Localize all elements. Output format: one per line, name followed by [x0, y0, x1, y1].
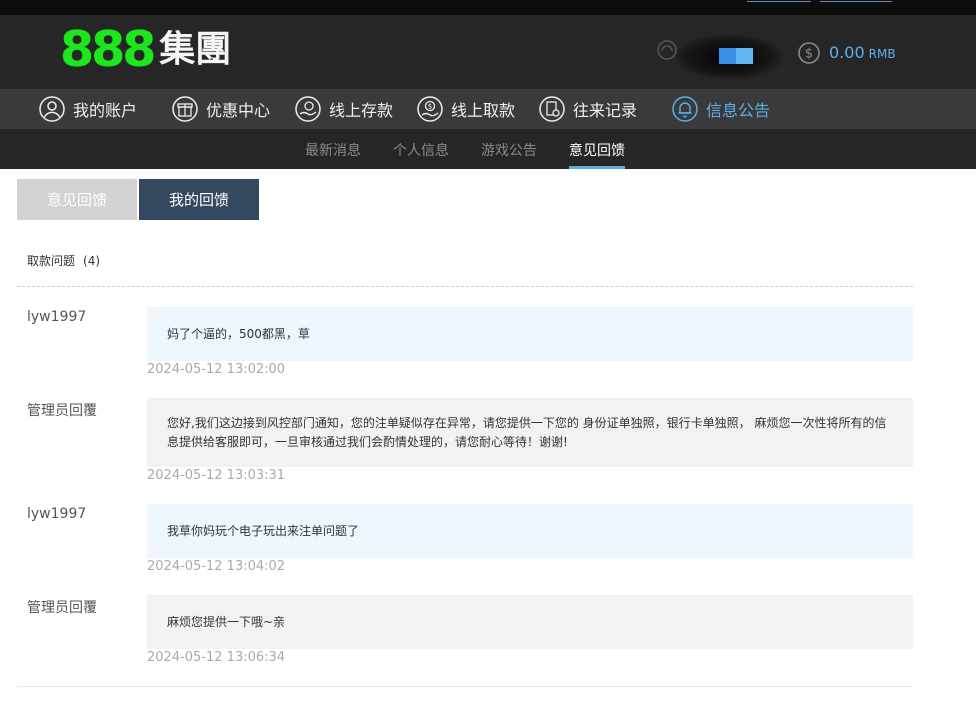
- brand-logo[interactable]: 888 集團: [60, 21, 232, 78]
- svg-text:$: $: [805, 47, 813, 62]
- withdraw-icon: $: [417, 96, 443, 122]
- svg-text:$: $: [428, 103, 432, 111]
- thread-topic: 取款问题 (4): [27, 252, 100, 269]
- nav-label: 优惠中心: [206, 101, 271, 120]
- subnav-game-notices[interactable]: 游戏公告: [481, 140, 537, 160]
- divider: [17, 686, 913, 687]
- headset-icon[interactable]: [656, 39, 678, 61]
- nav-withdraw[interactable]: $ 线上取款: [417, 89, 515, 129]
- message-author: 管理员回覆: [27, 403, 97, 419]
- balance-amount: 0.00: [829, 43, 865, 62]
- divider: [17, 286, 913, 287]
- user-icon: [39, 96, 65, 122]
- logo-text: 集團: [159, 29, 232, 70]
- top-link-underline[interactable]: [747, 1, 811, 2]
- nav-records[interactable]: 往来记录: [539, 89, 637, 129]
- message-author: lyw1997: [27, 309, 87, 325]
- dollar-coin-icon: $: [798, 42, 820, 64]
- nav-label: 线上存款: [329, 101, 394, 120]
- message-bubble: 麻烦您提供一下哦~亲: [147, 595, 913, 649]
- site-header: 888 集團 $ 0.00 RMB: [0, 15, 976, 89]
- balance-currency: RMB: [868, 47, 896, 61]
- message-bubble: 您好,我们这边接到风控部门通知，您的注单疑似存在异常，请您提供一下您的 身份证单…: [147, 398, 913, 467]
- nav-my-account[interactable]: 我的账户: [39, 89, 137, 129]
- topic-count: (4): [83, 254, 101, 268]
- wallet-balance: 0.00 RMB: [829, 43, 896, 62]
- message-bubble: 妈了个逼的，500都黑，草: [147, 307, 913, 361]
- deposit-icon: [295, 96, 321, 122]
- message-text: 我草你妈玩个电子玩出来注单问题了: [167, 523, 360, 538]
- nav-label: 信息公告: [706, 101, 771, 120]
- message-text: 您好,我们这边接到风控部门通知，您的注单疑似存在异常，请您提供一下您的 身份证单…: [167, 415, 887, 449]
- nav-label: 往来记录: [573, 101, 638, 120]
- top-strip: [0, 0, 976, 15]
- message-text: 麻烦您提供一下哦~亲: [167, 614, 286, 629]
- tab-my-feedback[interactable]: 我的回馈: [139, 179, 259, 220]
- nav-promotions[interactable]: 优惠中心: [172, 89, 270, 129]
- message-author: lyw1997: [27, 506, 87, 522]
- nav-label: 我的账户: [73, 101, 138, 120]
- nav-label: 线上取款: [451, 101, 516, 120]
- account-level-badge: [719, 48, 753, 64]
- subnav-active-indicator: [569, 166, 625, 169]
- gift-icon: [172, 96, 198, 122]
- message-timestamp: 2024-05-12 13:06:34: [147, 650, 286, 665]
- bell-icon: [672, 96, 698, 122]
- main-nav: 我的账户 优惠中心 线上存款 $ 线上取款 往来记录 信息公告: [0, 89, 976, 129]
- message-timestamp: 2024-05-12 13:04:02: [147, 559, 286, 574]
- message-bubble: 我草你妈玩个电子玩出来注单问题了: [147, 504, 913, 558]
- tab-feedback[interactable]: 意见回馈: [17, 179, 137, 220]
- nav-announcements[interactable]: 信息公告: [672, 89, 770, 129]
- message-timestamp: 2024-05-12 13:02:00: [147, 362, 286, 377]
- logo-number: 888: [60, 21, 156, 78]
- message-author: 管理员回覆: [27, 600, 97, 616]
- topic-title: 取款问题: [27, 254, 76, 268]
- message-text: 妈了个逼的，500都黑，草: [167, 326, 310, 341]
- nav-deposit[interactable]: 线上存款: [295, 89, 393, 129]
- message-timestamp: 2024-05-12 13:03:31: [147, 468, 286, 483]
- subnav-feedback[interactable]: 意见回馈: [569, 140, 625, 160]
- subnav-personal-info[interactable]: 个人信息: [393, 140, 449, 160]
- top-link-underline[interactable]: [820, 1, 892, 2]
- sub-nav: 最新消息 个人信息 游戏公告 意见回馈: [0, 129, 976, 169]
- record-icon: [539, 96, 565, 122]
- subnav-latest-news[interactable]: 最新消息: [305, 140, 361, 160]
